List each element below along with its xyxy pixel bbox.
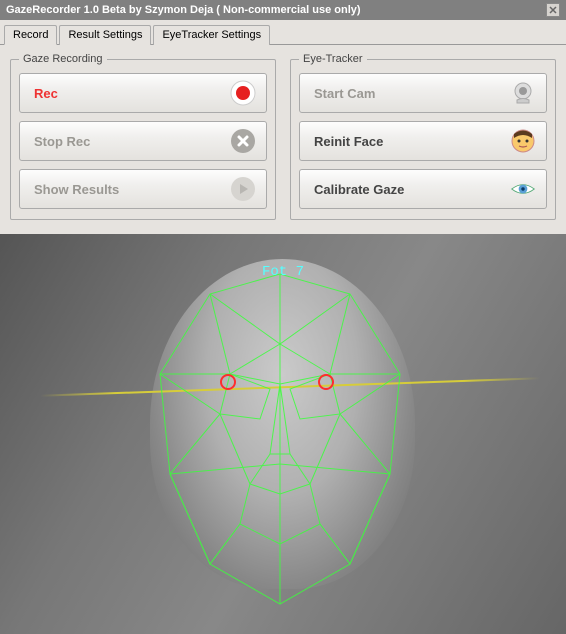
eye-marker-left bbox=[318, 374, 334, 390]
group-eye-legend: Eye-Tracker bbox=[299, 53, 367, 65]
tab-result-settings[interactable]: Result Settings bbox=[59, 25, 151, 45]
rec-button[interactable]: Rec bbox=[19, 73, 267, 113]
calibrate-gaze-button[interactable]: Calibrate Gaze bbox=[299, 169, 547, 209]
group-gaze-legend: Gaze Recording bbox=[19, 53, 107, 65]
overlay-label: Fot 7 bbox=[262, 264, 304, 280]
title-bar: GazeRecorder 1.0 Beta by Szymon Deja ( N… bbox=[0, 0, 566, 20]
reinit-label: Reinit Face bbox=[314, 134, 383, 149]
panel-area: Gaze Recording Rec Stop Rec Show Results bbox=[0, 45, 566, 234]
camera-preview: Fot 7 bbox=[0, 234, 566, 634]
tab-strip: Record Result Settings EyeTracker Settin… bbox=[0, 20, 566, 45]
eye-marker-right bbox=[220, 374, 236, 390]
startcam-label: Start Cam bbox=[314, 86, 375, 101]
results-label: Show Results bbox=[34, 182, 119, 197]
group-gaze-recording: Gaze Recording Rec Stop Rec Show Results bbox=[10, 53, 276, 220]
tab-record[interactable]: Record bbox=[4, 25, 57, 45]
eye-icon bbox=[510, 176, 536, 202]
window-title: GazeRecorder 1.0 Beta by Szymon Deja ( N… bbox=[6, 4, 361, 16]
start-cam-button[interactable]: Start Cam bbox=[299, 73, 547, 113]
calibrate-label: Calibrate Gaze bbox=[314, 182, 404, 197]
reinit-face-button[interactable]: Reinit Face bbox=[299, 121, 547, 161]
face-icon bbox=[510, 128, 536, 154]
play-icon bbox=[230, 176, 256, 202]
tab-eyetracker-settings[interactable]: EyeTracker Settings bbox=[153, 25, 270, 45]
group-eye-tracker: Eye-Tracker Start Cam Reinit Face bbox=[290, 53, 556, 220]
face-mesh-overlay bbox=[120, 254, 440, 624]
stop-rec-button[interactable]: Stop Rec bbox=[19, 121, 267, 161]
stop-icon bbox=[230, 128, 256, 154]
record-icon bbox=[230, 80, 256, 106]
rec-label: Rec bbox=[34, 86, 58, 101]
webcam-icon bbox=[510, 80, 536, 106]
close-button[interactable] bbox=[546, 3, 560, 17]
close-icon bbox=[549, 6, 557, 14]
show-results-button[interactable]: Show Results bbox=[19, 169, 267, 209]
stop-label: Stop Rec bbox=[34, 134, 90, 149]
